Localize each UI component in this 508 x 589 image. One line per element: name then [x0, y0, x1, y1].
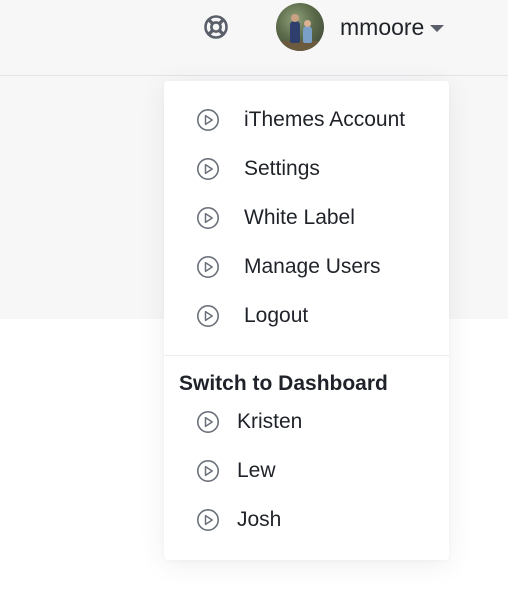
menu-item-settings[interactable]: Settings — [164, 149, 449, 189]
dashboard-item-label: Josh — [237, 508, 282, 531]
play-circle-icon — [197, 460, 219, 482]
dashboard-item-label: Lew — [237, 459, 276, 482]
user-dropdown-menu: iThemes Account Settings White Label Man… — [164, 81, 449, 560]
caret-down-icon — [430, 24, 445, 32]
play-circle-icon — [197, 207, 219, 229]
play-circle-icon — [197, 411, 219, 433]
menu-item-label: Logout — [244, 304, 309, 327]
avatar — [276, 3, 324, 51]
play-circle-icon — [197, 109, 219, 131]
play-circle-icon — [197, 509, 219, 531]
menu-item-label: Settings — [244, 157, 320, 180]
menu-divider — [164, 355, 449, 356]
menu-item-ithemes-account[interactable]: iThemes Account — [164, 100, 449, 140]
page: mmoore iThemes Account Settings White La… — [0, 0, 508, 589]
lifebuoy-icon — [204, 15, 228, 39]
username: mmoore — [340, 13, 425, 40]
menu-item-label: iThemes Account — [244, 108, 406, 131]
help-button[interactable] — [203, 14, 229, 40]
play-circle-icon — [197, 158, 219, 180]
dashboard-item-lew[interactable]: Lew — [164, 451, 449, 491]
dashboard-item-kristen[interactable]: Kristen — [164, 402, 449, 442]
dashboard-item-josh[interactable]: Josh — [164, 500, 449, 540]
menu-item-manage-users[interactable]: Manage Users — [164, 247, 449, 287]
menu-item-label: White Label — [244, 206, 355, 229]
top-bar: mmoore — [0, 0, 508, 76]
play-circle-icon — [197, 256, 219, 278]
menu-item-label: Manage Users — [244, 255, 381, 278]
menu-item-logout[interactable]: Logout — [164, 296, 449, 336]
switch-dashboard-heading: Switch to Dashboard — [179, 372, 388, 395]
dashboard-item-label: Kristen — [237, 410, 303, 433]
play-circle-icon — [197, 305, 219, 327]
menu-item-white-label[interactable]: White Label — [164, 198, 449, 238]
user-menu-button[interactable]: mmoore — [276, 3, 445, 51]
